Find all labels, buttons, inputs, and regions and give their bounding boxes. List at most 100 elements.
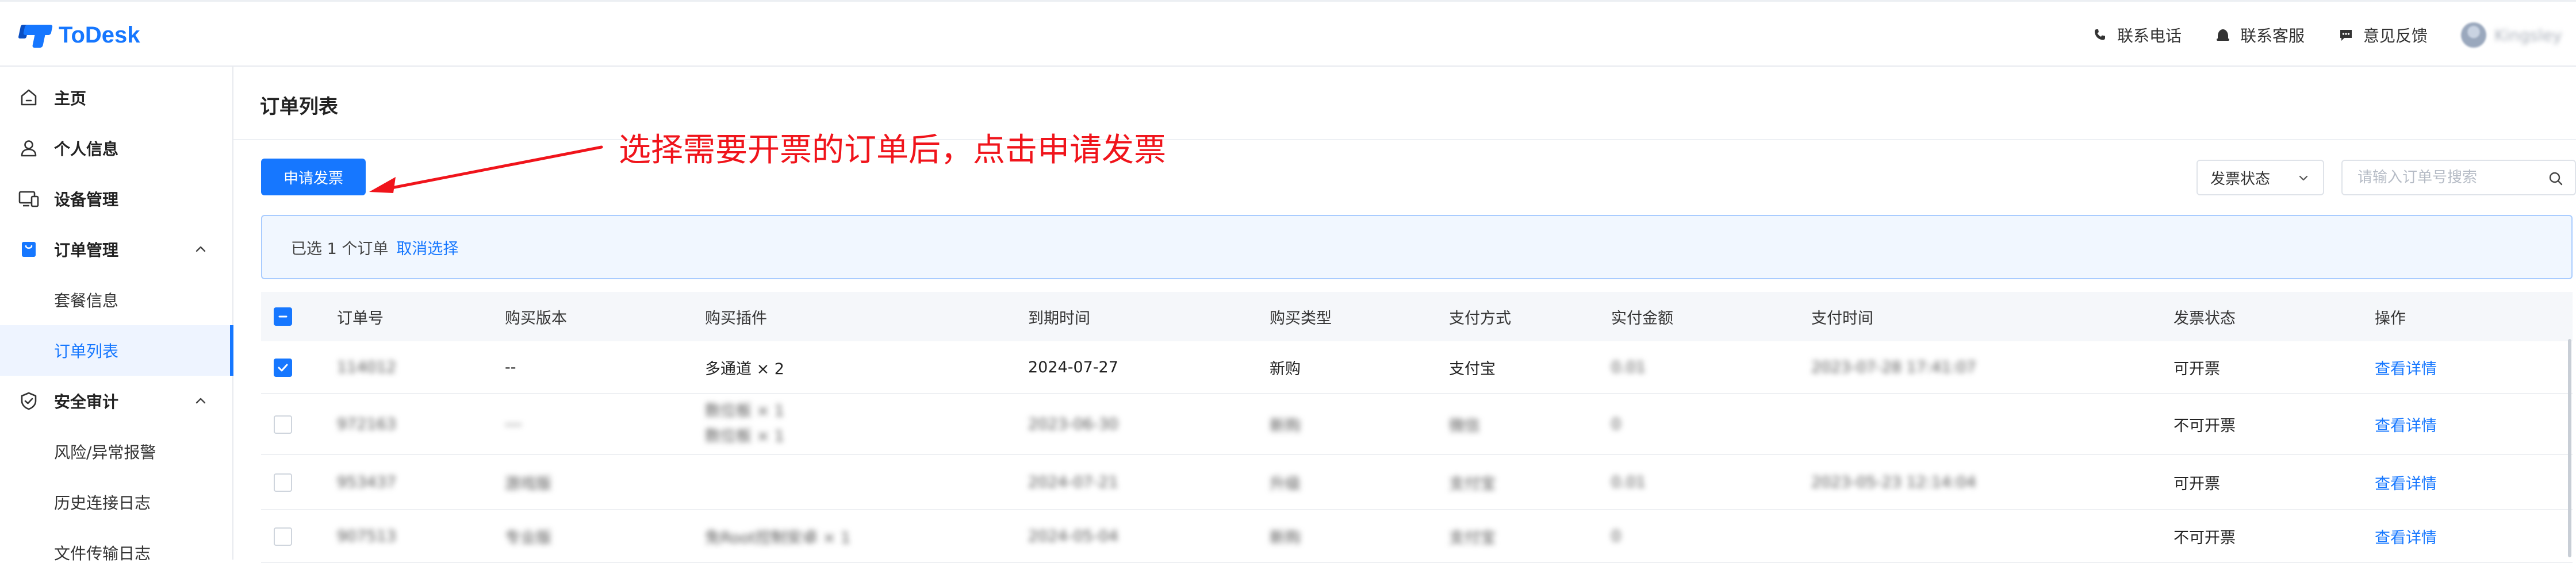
home-icon <box>17 86 40 109</box>
selection-count: 已选 1 个订单 <box>291 240 389 258</box>
sidebar-item-security-audit[interactable]: 安全审计 <box>0 376 232 426</box>
column-header: 购买类型 <box>1270 309 1332 327</box>
column-header: 购买版本 <box>505 309 567 327</box>
view-details-link[interactable]: 查看详情 <box>2375 510 2437 562</box>
search-icon[interactable] <box>2547 170 2564 187</box>
purchase-plugin: 多通道 × 2 <box>705 360 784 378</box>
order-number: 953437 <box>337 473 397 491</box>
sidebar-item-label: 设备管理 <box>54 190 119 209</box>
sidebar-item-connection-log[interactable]: 历史连接日志 <box>0 477 232 527</box>
customer-service-link[interactable]: 联系客服 <box>2215 24 2305 47</box>
sidebar-item-devices[interactable]: 设备管理 <box>0 174 232 224</box>
expire-time: 2023-06-30 <box>1028 415 1118 433</box>
view-details-link[interactable]: 查看详情 <box>2375 455 2437 509</box>
username: Kingsley <box>2494 25 2562 45</box>
order-search[interactable] <box>2341 160 2576 195</box>
selection-bar: 已选 1 个订单 取消选择 <box>261 215 2573 279</box>
purchase-plugin: 数位板 × 1 <box>705 427 784 445</box>
column-header: 到期时间 <box>1028 309 1090 327</box>
cancel-selection-link[interactable]: 取消选择 <box>396 236 458 259</box>
sidebar-item-label: 安全审计 <box>54 392 119 411</box>
expire-time: 2024-05-04 <box>1028 527 1118 545</box>
chevron-down-icon <box>2299 175 2308 181</box>
feedback-label: 意见反馈 <box>2363 26 2428 45</box>
order-number: 972163 <box>337 415 397 433</box>
top-header: ToDesk 联系电话 联系客服 意见反馈 Kingsley <box>0 0 2576 67</box>
sidebar-item-label: 主页 <box>54 89 87 108</box>
order-bag-icon <box>17 238 40 261</box>
user-menu[interactable]: Kingsley <box>2461 22 2576 48</box>
sidebar: 主页 个人信息 设备管理 订单管理 套餐信息 订单列表 安全审计 风险/异常报警… <box>0 67 233 563</box>
purchase-plugin: 数位板 × 1 <box>705 402 784 420</box>
sidebar-item-label: 订单管理 <box>54 241 119 260</box>
chevron-up-icon[interactable] <box>192 240 209 257</box>
purchase-type: 升级 <box>1270 475 1301 493</box>
invoice-status-select[interactable]: 发票状态 <box>2196 160 2324 195</box>
search-input[interactable] <box>2358 169 2542 186</box>
phone-icon <box>2092 27 2108 43</box>
sidebar-item-home[interactable]: 主页 <box>0 72 232 123</box>
sidebar-item-plan-info[interactable]: 套餐信息 <box>0 275 232 325</box>
todesk-logo-icon <box>18 21 54 49</box>
main-content: 订单列表 申请发票 选择需要开票的订单后，点击申请发票 发票状态 已选 1 个订… <box>233 67 2576 563</box>
feedback-link[interactable]: 意见反馈 <box>2338 24 2428 47</box>
annotation-arrow-icon <box>369 145 603 193</box>
purchase-version: 专业版 <box>505 529 551 547</box>
row-checkbox[interactable] <box>274 473 292 492</box>
table-row[interactable]: 114012 -- 多通道 × 2 2024-07-27 新购 支付宝 0.01… <box>261 341 2573 394</box>
customer-service-label: 联系客服 <box>2240 26 2305 45</box>
paid-amount: 0.01 <box>1611 473 1646 491</box>
purchase-type: 新购 <box>1270 417 1301 435</box>
apply-invoice-button[interactable]: 申请发票 <box>261 159 366 195</box>
sidebar-item-label: 订单列表 <box>54 342 119 361</box>
feedback-icon <box>2338 27 2354 43</box>
sidebar-item-orders[interactable]: 订单管理 <box>0 224 232 275</box>
row-checkbox[interactable] <box>274 527 292 546</box>
avatar <box>2461 22 2486 48</box>
column-header: 支付方式 <box>1449 309 1511 327</box>
orders-table: 订单号 购买版本 购买插件 到期时间 购买类型 支付方式 实付金额 支付时间 发… <box>261 292 2573 563</box>
expire-time: 2024-07-21 <box>1028 473 1118 491</box>
purchase-version: -- <box>505 358 516 376</box>
purchase-type: 新购 <box>1270 360 1301 378</box>
sidebar-item-label: 风险/异常报警 <box>54 443 156 462</box>
devices-icon <box>17 187 40 210</box>
view-details-link[interactable]: 查看详情 <box>2375 394 2437 454</box>
purchase-plugin: 免Root控制安卓 × 1 <box>705 529 851 547</box>
row-checkbox[interactable] <box>274 415 292 434</box>
column-header: 支付时间 <box>1811 309 1873 327</box>
column-header: 实付金额 <box>1611 309 1673 327</box>
purchase-version: 游戏版 <box>505 475 551 493</box>
table-row[interactable]: 972163 --- 数位板 × 1 数位板 × 1 2023-06-30 新购… <box>261 394 2573 455</box>
sidebar-item-file-transfer-log[interactable]: 文件传输日志 <box>0 527 232 578</box>
invoice-status: 可开票 <box>2174 475 2220 493</box>
row-checkbox[interactable] <box>274 359 292 377</box>
logo-text: ToDesk <box>59 22 140 48</box>
chevron-up-icon[interactable] <box>192 392 209 409</box>
table-header: 订单号 购买版本 购买插件 到期时间 购买类型 支付方式 实付金额 支付时间 发… <box>261 292 2573 341</box>
sidebar-item-label: 个人信息 <box>54 140 119 159</box>
column-header: 购买插件 <box>705 309 767 327</box>
select-all-checkbox[interactable] <box>274 307 292 326</box>
contact-phone-link[interactable]: 联系电话 <box>2092 24 2182 47</box>
contact-phone-label: 联系电话 <box>2117 26 2182 45</box>
paid-amount: 0 <box>1611 415 1621 433</box>
sidebar-item-order-list[interactable]: 订单列表 <box>0 325 233 376</box>
sidebar-item-profile[interactable]: 个人信息 <box>0 123 232 174</box>
column-header: 订单号 <box>337 309 384 327</box>
table-row[interactable]: 907513 专业版 免Root控制安卓 × 1 2024-05-04 新购 支… <box>261 510 2573 563</box>
view-details-link[interactable]: 查看详情 <box>2375 341 2437 393</box>
pay-method: 支付宝 <box>1449 360 1496 378</box>
pay-time: 2023-07-28 17:41:07 <box>1811 358 1976 376</box>
invoice-status: 不可开票 <box>2174 417 2236 435</box>
todesk-logo[interactable]: ToDesk <box>18 19 140 51</box>
sidebar-item-risk-alerts[interactable]: 风险/异常报警 <box>0 426 232 477</box>
column-header: 操作 <box>2375 309 2406 327</box>
purchase-type: 新购 <box>1270 529 1301 547</box>
page-title: 订单列表 <box>260 95 338 118</box>
paid-amount: 0 <box>1611 527 1621 545</box>
table-scrollbar[interactable] <box>2568 339 2571 557</box>
table-row[interactable]: 953437 游戏版 2024-07-21 升级 支付宝 0.01 2023-0… <box>261 455 2573 510</box>
shield-icon <box>17 390 40 413</box>
pay-time: 2023-05-23 12:14:04 <box>1811 473 1976 491</box>
